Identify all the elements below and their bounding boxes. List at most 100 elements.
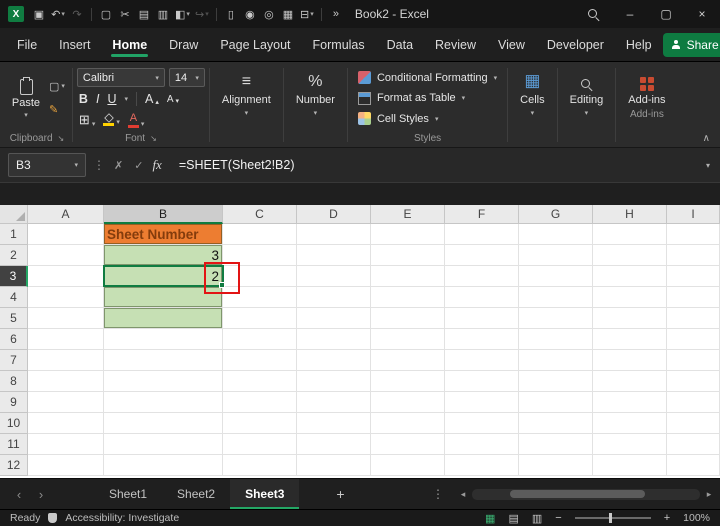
italic-button[interactable]: I — [96, 92, 99, 106]
cell-D9[interactable] — [297, 392, 371, 413]
tab-view[interactable]: View — [487, 28, 536, 61]
column-header-A[interactable]: A — [28, 205, 104, 224]
enter-icon[interactable]: ✓ — [132, 159, 145, 172]
cell-C6[interactable] — [223, 329, 297, 350]
clipboard-dialog-launcher[interactable]: ↘ — [58, 134, 65, 143]
redo-icon[interactable]: ↷ — [68, 3, 86, 25]
share-button[interactable]: Share ▾ — [662, 32, 720, 57]
cell-F4[interactable] — [445, 287, 519, 308]
cell-I9[interactable] — [667, 392, 720, 413]
overflow-icon[interactable]: » — [327, 3, 345, 25]
format-painter-button[interactable]: ✎ — [46, 103, 68, 116]
cell-G11[interactable] — [519, 434, 593, 455]
formula-bar-grip[interactable]: ⋮ — [93, 158, 105, 172]
cell-H12[interactable] — [593, 455, 667, 476]
cut-icon[interactable]: ✂ — [116, 3, 134, 25]
cell-D12[interactable] — [297, 455, 371, 476]
cell-C2[interactable] — [223, 245, 297, 266]
cell-styles-button[interactable]: Cell Styles ▾ — [354, 109, 501, 128]
zoom-in-button[interactable]: + — [664, 512, 670, 524]
cell-G9[interactable] — [519, 392, 593, 413]
row-header-8[interactable]: 8 — [0, 371, 28, 392]
increase-font-button[interactable]: A ▴ — [145, 92, 159, 106]
formula-input[interactable]: =SHEET(Sheet2!B2) — [169, 158, 699, 172]
cell-C8[interactable] — [223, 371, 297, 392]
cell-A12[interactable] — [28, 455, 104, 476]
pin-icon[interactable]: ◉ — [241, 3, 259, 25]
column-header-C[interactable]: C — [223, 205, 297, 224]
cell-C1[interactable] — [223, 224, 297, 245]
row-header-4[interactable]: 4 — [0, 287, 28, 308]
tab-help[interactable]: Help — [615, 28, 663, 61]
fill-color-icon[interactable]: ◧ ▾ — [173, 3, 192, 25]
zoom-slider-thumb[interactable] — [608, 513, 612, 523]
cell-B11[interactable] — [104, 434, 223, 455]
column-header-G[interactable]: G — [519, 205, 593, 224]
row-header-3[interactable]: 3 — [0, 266, 28, 287]
cell-F7[interactable] — [445, 350, 519, 371]
cell-C12[interactable] — [223, 455, 297, 476]
row-header-7[interactable]: 7 — [0, 350, 28, 371]
editing-group-button[interactable]: Editing ▾ — [562, 65, 612, 147]
insert-function-button[interactable]: fx — [152, 157, 161, 173]
cell-G10[interactable] — [519, 413, 593, 434]
cell-E2[interactable] — [371, 245, 445, 266]
scrollbar-thumb[interactable] — [510, 490, 645, 498]
column-header-B[interactable]: B — [104, 205, 223, 224]
cell-G5[interactable] — [519, 308, 593, 329]
undo-icon[interactable]: ↶ ▾ — [49, 3, 67, 25]
cell-B5[interactable] — [104, 308, 223, 329]
page-break-view-button[interactable]: ▥ — [532, 512, 542, 525]
cell-G1[interactable] — [519, 224, 593, 245]
tab-file[interactable]: File — [6, 28, 48, 61]
cell-A10[interactable] — [28, 413, 104, 434]
next-sheet-button[interactable]: › — [30, 487, 52, 502]
cell-E11[interactable] — [371, 434, 445, 455]
column-header-D[interactable]: D — [297, 205, 371, 224]
cell-I1[interactable] — [667, 224, 720, 245]
scroll-right-arrow[interactable]: ▸ — [703, 489, 715, 500]
paste-button[interactable]: Paste ▾ — [6, 65, 46, 130]
tab-developer[interactable]: Developer — [536, 28, 615, 61]
bold-button[interactable]: B — [79, 92, 88, 106]
tab-formulas[interactable]: Formulas — [302, 28, 376, 61]
cell-A2[interactable] — [28, 245, 104, 266]
query-icon[interactable]: ⊟ ▾ — [298, 3, 316, 25]
table-icon[interactable]: ▦ — [279, 3, 297, 25]
cell-H8[interactable] — [593, 371, 667, 392]
cell-F9[interactable] — [445, 392, 519, 413]
cell-E9[interactable] — [371, 392, 445, 413]
tab-review[interactable]: Review — [424, 28, 487, 61]
normal-view-button[interactable]: ▦ — [485, 512, 495, 525]
row-header-10[interactable]: 10 — [0, 413, 28, 434]
copy-icon[interactable]: ▢ — [97, 3, 115, 25]
decrease-font-button[interactable]: A ▾ — [167, 94, 179, 105]
cell-A9[interactable] — [28, 392, 104, 413]
zoom-out-button[interactable]: − — [555, 512, 561, 524]
cell-D4[interactable] — [297, 287, 371, 308]
tab-options-icon[interactable]: ⋮ — [432, 487, 444, 501]
camera-icon[interactable]: ◎ — [260, 3, 278, 25]
cell-H5[interactable] — [593, 308, 667, 329]
fill-color-button[interactable]: ▾ — [103, 113, 120, 126]
expand-formula-bar-icon[interactable]: ▾ — [706, 161, 712, 170]
cell-C4[interactable] — [223, 287, 297, 308]
cell-I11[interactable] — [667, 434, 720, 455]
cell-D1[interactable] — [297, 224, 371, 245]
name-box[interactable]: B3 ▾ — [8, 153, 86, 177]
cell-H9[interactable] — [593, 392, 667, 413]
number-group-button[interactable]: % Number ▾ — [288, 65, 343, 147]
cell-H3[interactable] — [593, 266, 667, 287]
fill-handle[interactable] — [219, 282, 225, 288]
addins-group[interactable]: Add-ins Add-ins — [620, 65, 673, 147]
scrollbar-track[interactable] — [472, 488, 700, 500]
cell-E12[interactable] — [371, 455, 445, 476]
sheet-tab-sheet1[interactable]: Sheet1 — [94, 479, 162, 509]
cell-E5[interactable] — [371, 308, 445, 329]
cell-B10[interactable] — [104, 413, 223, 434]
column-header-E[interactable]: E — [371, 205, 445, 224]
cell-E6[interactable] — [371, 329, 445, 350]
cell-A1[interactable] — [28, 224, 104, 245]
cancel-icon[interactable]: ✗ — [112, 159, 125, 172]
cell-I12[interactable] — [667, 455, 720, 476]
